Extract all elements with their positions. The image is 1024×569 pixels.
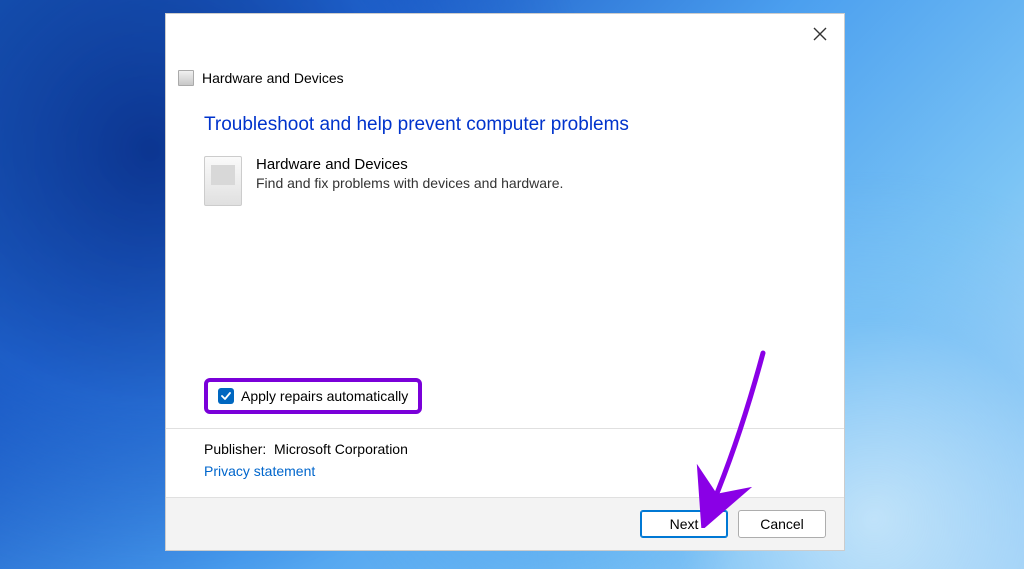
device-section: Hardware and Devices Find and fix proble…: [204, 156, 806, 206]
dialog-title: Hardware and Devices: [202, 70, 344, 86]
checkbox-box: [218, 388, 234, 404]
device-icon: [204, 156, 242, 206]
checkmark-icon: [221, 391, 231, 401]
apply-repairs-checkbox[interactable]: Apply repairs automatically: [204, 378, 422, 414]
dialog-header: Hardware and Devices: [178, 70, 806, 86]
main-heading: Troubleshoot and help prevent computer p…: [204, 114, 806, 136]
device-text: Hardware and Devices Find and fix proble…: [256, 156, 563, 191]
troubleshooter-dialog: Hardware and Devices Troubleshoot and he…: [165, 13, 845, 551]
button-bar: Next Cancel: [166, 497, 844, 550]
device-description: Find and fix problems with devices and h…: [256, 175, 563, 191]
close-icon: [813, 27, 827, 41]
close-button[interactable]: [810, 24, 830, 44]
divider: [166, 428, 844, 429]
device-title: Hardware and Devices: [256, 156, 563, 173]
privacy-link[interactable]: Privacy statement: [204, 463, 806, 479]
titlebar: [166, 14, 844, 52]
checkbox-label: Apply repairs automatically: [241, 388, 408, 404]
next-button[interactable]: Next: [640, 510, 728, 538]
hardware-icon: [178, 70, 194, 86]
publisher-info: Publisher: Microsoft Corporation: [204, 441, 806, 457]
content-area: Hardware and Devices Troubleshoot and he…: [166, 52, 844, 497]
publisher-label: Publisher:: [204, 441, 266, 457]
cancel-button[interactable]: Cancel: [738, 510, 826, 538]
publisher-value: Microsoft Corporation: [274, 441, 408, 457]
